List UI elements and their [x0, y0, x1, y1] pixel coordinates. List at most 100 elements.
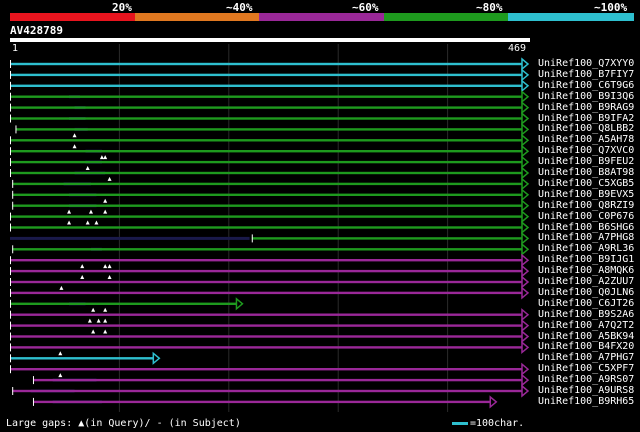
hit-bar	[10, 291, 522, 295]
hit-name[interactable]: UniRef100_C5XGB5	[538, 178, 634, 189]
hit-row[interactable]	[10, 90, 530, 104]
hit-bar	[10, 357, 154, 360]
hit-bar	[15, 128, 522, 131]
hit-row[interactable]	[10, 253, 530, 267]
hit-start-tick	[10, 147, 11, 156]
hit-name[interactable]: UniRef100_A7PHG7	[538, 353, 634, 363]
hit-row[interactable]	[10, 111, 530, 126]
hit-row[interactable]	[12, 384, 530, 398]
hit-bar	[10, 259, 522, 262]
hit-row[interactable]	[10, 231, 530, 246]
hit-name[interactable]: UniRef100_A9URS8	[538, 386, 634, 396]
hit-name[interactable]: UniRef100_B9FEU2	[538, 157, 634, 167]
query-gap-marker	[103, 198, 108, 203]
hit-row[interactable]	[15, 122, 530, 137]
hit-bar	[10, 62, 522, 66]
hit-row[interactable]	[10, 68, 530, 82]
hit-name[interactable]: UniRef100_A5BK94	[538, 331, 634, 342]
hit-start-tick	[10, 136, 11, 145]
hit-start-tick	[10, 288, 11, 297]
scale-bar-icon	[452, 421, 468, 425]
query-gap-marker	[59, 285, 64, 290]
hit-name[interactable]: UniRef100_Q7XVC0	[538, 146, 634, 156]
hit-name[interactable]: UniRef100_A9RL36	[538, 244, 634, 254]
hit-row[interactable]	[10, 100, 530, 115]
hit-name[interactable]: UniRef100_B9I3Q6	[538, 91, 634, 102]
hit-name[interactable]: UniRef100_C6JT26	[538, 298, 634, 309]
hit-arrow-icon	[521, 79, 530, 93]
hit-bar	[12, 204, 522, 207]
hit-name[interactable]: UniRef100_B8AT98	[538, 168, 634, 178]
hit-name[interactable]: UniRef100_A9RS07	[538, 375, 634, 385]
hit-row[interactable]	[10, 155, 530, 169]
query-gap-marker	[72, 133, 77, 138]
hit-row[interactable]	[10, 79, 530, 93]
hit-row[interactable]	[10, 133, 530, 147]
hit-row[interactable]	[12, 242, 530, 256]
hit-arrow-icon	[521, 100, 530, 115]
hit-row[interactable]	[10, 57, 530, 71]
hit-name[interactable]: UniRef100_B9S2A6	[538, 309, 634, 320]
hit-arrow-icon	[521, 242, 530, 256]
query-gap-marker	[103, 329, 108, 334]
hit-bar	[10, 313, 522, 316]
hit-row[interactable]	[32, 373, 530, 387]
hit-name[interactable]: UniRef100_B7FIY7	[538, 69, 634, 80]
hit-start-tick	[10, 365, 11, 374]
hit-name[interactable]: UniRef100_A7PHG8	[538, 233, 634, 243]
hit-name[interactable]: UniRef100_B9IJG1	[538, 255, 634, 265]
hit-row[interactable]	[10, 297, 244, 311]
hit-name[interactable]: UniRef100_C0P676	[538, 211, 634, 222]
hit-bar	[10, 139, 522, 142]
hit-arrow-icon	[521, 57, 530, 71]
hit-name[interactable]: UniRef100_Q8RZI9	[538, 200, 634, 211]
hit-start-tick	[10, 223, 11, 232]
hit-arrow-icon	[521, 166, 530, 180]
hit-arrow-icon	[521, 340, 530, 355]
hit-row[interactable]	[10, 220, 530, 235]
hit-row[interactable]	[10, 275, 530, 289]
hit-row[interactable]	[10, 351, 161, 365]
hit-bar	[10, 368, 522, 371]
hit-row[interactable]	[10, 285, 530, 300]
hit-name[interactable]: UniRef100_Q8LBB2	[538, 124, 634, 134]
query-gap-marker	[72, 144, 77, 149]
hit-arrow-icon	[521, 220, 530, 235]
hit-arrow-icon	[521, 155, 530, 169]
hit-name[interactable]: UniRef100_B9RH65	[538, 396, 634, 407]
hit-name[interactable]: UniRef100_B9EVX5	[538, 189, 634, 200]
hit-name[interactable]: UniRef100_B9IFA2	[538, 113, 634, 124]
hit-row[interactable]	[10, 209, 530, 224]
query-gap-marker	[107, 275, 112, 279]
hit-row[interactable]	[12, 198, 530, 213]
hit-arrow-icon	[521, 362, 530, 376]
hit-row[interactable]	[10, 144, 530, 158]
hit-bar	[32, 378, 522, 382]
hit-name[interactable]: UniRef100_A8MQK6	[538, 266, 634, 276]
hit-name[interactable]: UniRef100_B9RAG9	[538, 102, 634, 113]
hit-row[interactable]	[10, 340, 530, 355]
hit-row[interactable]	[10, 329, 530, 344]
hit-row[interactable]	[10, 264, 530, 278]
hit-name[interactable]: UniRef100_Q0JLN6	[538, 287, 634, 298]
hit-row[interactable]	[10, 307, 530, 322]
hit-name[interactable]: UniRef100_C6T9G6	[538, 80, 634, 91]
query-gap-marker	[103, 155, 108, 160]
hit-row[interactable]	[10, 318, 530, 333]
query-gap-marker	[103, 318, 108, 323]
query-gap-marker	[91, 307, 96, 312]
hit-name[interactable]: UniRef100_A2ZUU7	[538, 277, 634, 287]
hit-name[interactable]: UniRef100_A7Q2T2	[538, 320, 634, 331]
hit-row[interactable]	[32, 395, 498, 409]
hit-name[interactable]: UniRef100_A5AH78	[538, 135, 634, 145]
hit-start-tick	[10, 321, 11, 330]
hit-row[interactable]	[12, 176, 530, 191]
hit-row[interactable]	[10, 362, 530, 376]
hit-row[interactable]	[10, 166, 530, 180]
hit-name[interactable]: UniRef100_B4FX20	[538, 342, 634, 352]
hit-name[interactable]: UniRef100_C5XPF7	[538, 364, 634, 374]
hit-name[interactable]: UniRef100_Q7XYY0	[538, 59, 634, 69]
hit-row[interactable]	[12, 188, 530, 202]
hit-bar	[10, 73, 522, 77]
hit-name[interactable]: UniRef100_B6SHG6	[538, 222, 634, 233]
